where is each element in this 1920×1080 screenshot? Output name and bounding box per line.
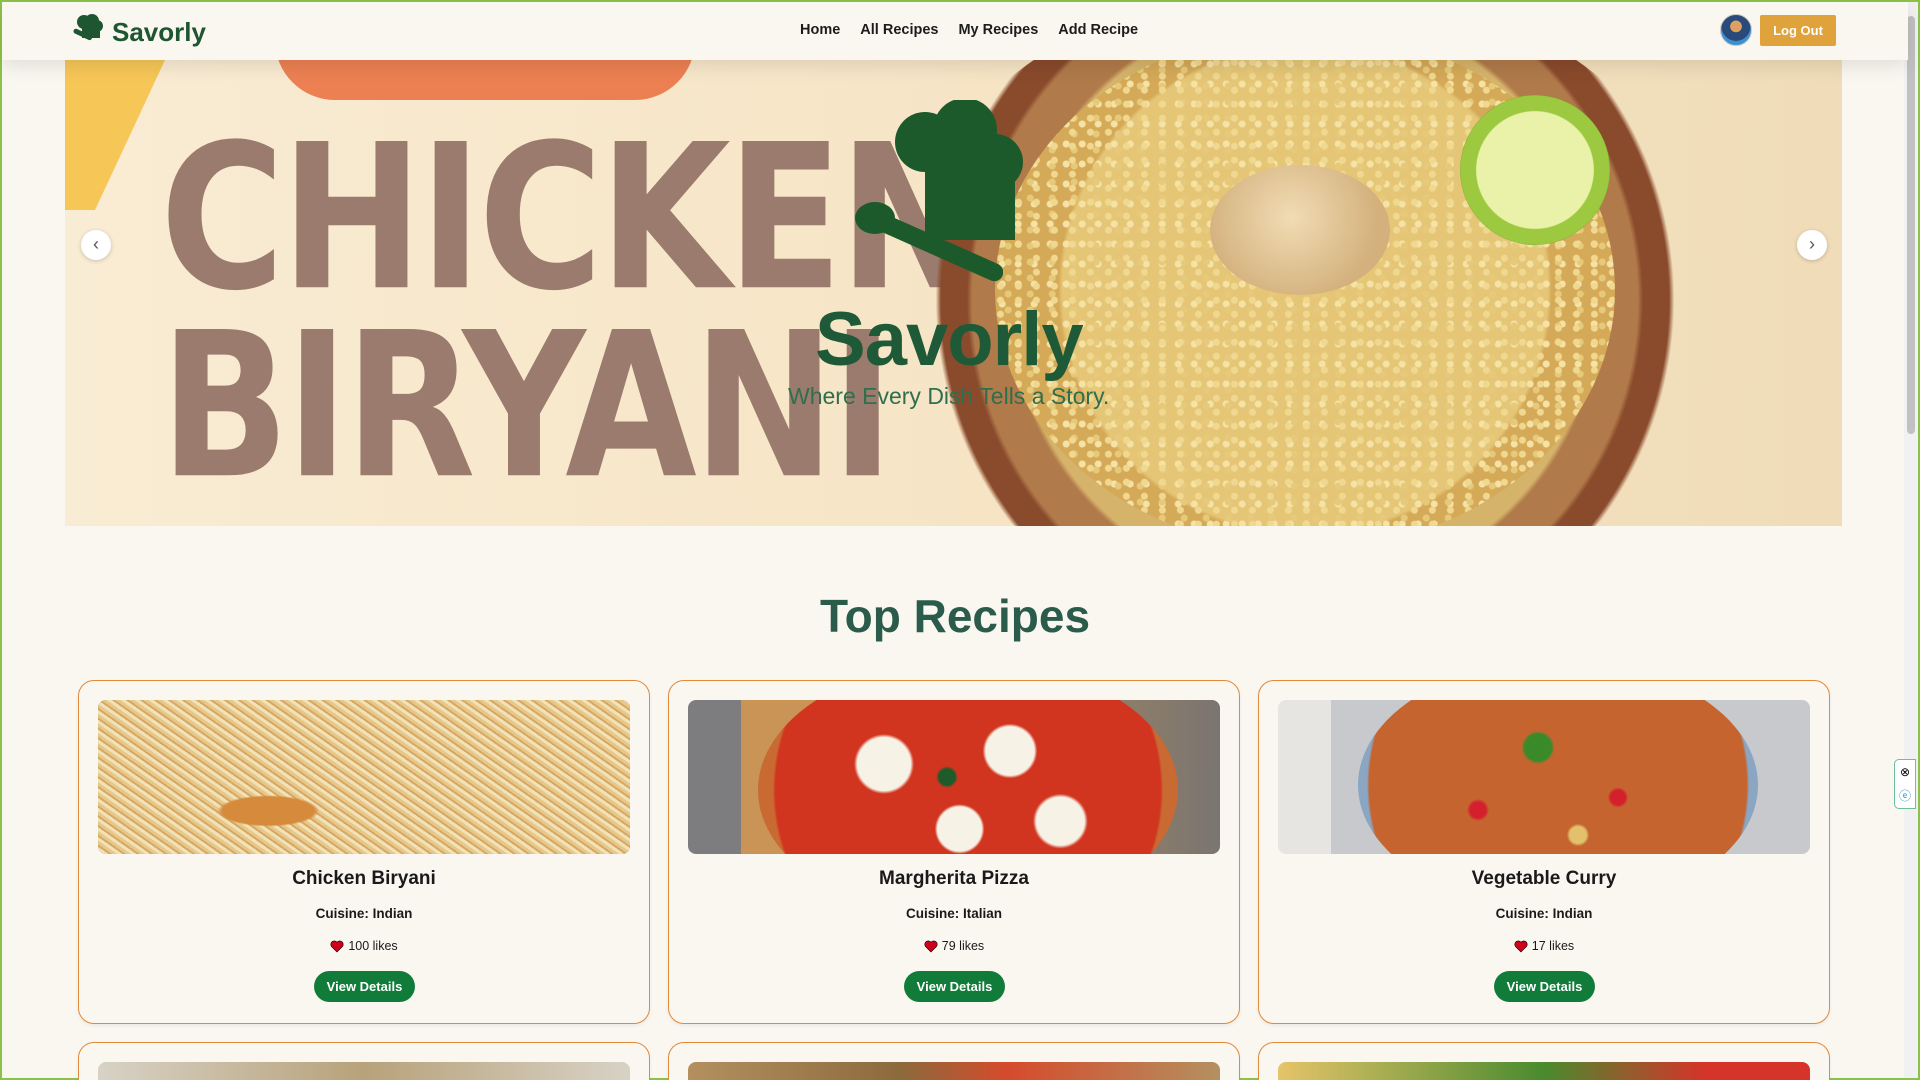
side-extension-widget[interactable]: ⊗ ⓔ [1894, 759, 1916, 809]
recipe-image [1278, 1062, 1810, 1080]
recipe-image [98, 1062, 630, 1080]
recipe-cuisine: Cuisine: Indian [315, 906, 413, 921]
recipe-title: Margherita Pizza [879, 868, 1029, 889]
scrollbar-thumb[interactable] [1907, 16, 1915, 434]
heart-icon [330, 940, 344, 952]
carousel-next-button[interactable]: › [1797, 230, 1827, 260]
likes-count: 17 likes [1531, 939, 1575, 953]
recipe-likes: 100 likes [79, 939, 649, 953]
carousel-prev-button[interactable]: ‹ [81, 230, 111, 260]
hero-banner: CHICKEN BIRYANI Savorly Where Every Dish… [65, 60, 1842, 526]
recipe-image [98, 700, 630, 854]
recipe-image [688, 1062, 1220, 1080]
recipe-title: Chicken Biryani [292, 868, 436, 889]
hero-decor-orange [275, 60, 695, 100]
main-nav: Home All Recipes My Recipes Add Recipe [800, 22, 1138, 38]
section-title: Top Recipes [819, 590, 1091, 642]
close-icon[interactable]: ⊗ [1900, 766, 1910, 778]
brand-name: Savorly [112, 17, 206, 47]
view-details-button[interactable]: View Details [904, 971, 1005, 1002]
nav-link-all-recipes[interactable]: All Recipes [860, 22, 938, 38]
likes-count: 100 likes [348, 939, 398, 953]
hero-brand-name: Savorly [815, 297, 1084, 382]
recipe-card: Chicken Biryani Cuisine: Indian 100 like… [78, 680, 650, 1024]
nav-link-add-recipe[interactable]: Add Recipe [1058, 22, 1138, 38]
extension-icon[interactable]: ⓔ [1899, 790, 1911, 802]
hero-decor-yellow [65, 60, 165, 210]
recipe-title: Vegetable Curry [1471, 868, 1617, 889]
nav-link-my-recipes[interactable]: My Recipes [958, 22, 1038, 38]
navbar: Savorly Home All Recipes My Recipes Add … [2, 2, 1908, 60]
recipe-card: Vegetable Curry Cuisine: Indian 17 likes… [1258, 680, 1830, 1024]
chevron-right-icon: › [1809, 234, 1815, 254]
user-avatar[interactable] [1720, 14, 1752, 46]
hero-lime-slice [1460, 95, 1610, 245]
chef-hat-spoon-icon [70, 12, 106, 53]
hero-chef-hat-icon [855, 98, 1045, 295]
hero-chicken-piece [1210, 165, 1390, 295]
heart-icon [924, 940, 938, 952]
recipe-card [1258, 1042, 1830, 1080]
heart-icon [1514, 940, 1528, 952]
recipe-image [688, 700, 1220, 854]
nav-link-home[interactable]: Home [800, 22, 840, 38]
likes-count: 79 likes [941, 939, 985, 953]
recipe-likes: 79 likes [669, 939, 1239, 953]
logout-button[interactable]: Log Out [1760, 15, 1836, 46]
hero-tagline: Where Every Dish Tells a Story. [788, 383, 1110, 409]
recipe-card [668, 1042, 1240, 1080]
hero-bg-title-line2: BIRYANI [160, 290, 894, 524]
recipe-image [1278, 700, 1810, 854]
brand-logo-link[interactable]: Savorly [70, 12, 206, 53]
view-details-button[interactable]: View Details [1494, 971, 1595, 1002]
recipe-cuisine: Cuisine: Italian [905, 906, 1003, 921]
chevron-left-icon: ‹ [93, 234, 99, 254]
view-details-button[interactable]: View Details [314, 971, 415, 1002]
recipe-likes: 17 likes [1259, 939, 1829, 953]
recipe-cuisine: Cuisine: Indian [1495, 906, 1593, 921]
recipe-card [78, 1042, 650, 1080]
recipe-card: Margherita Pizza Cuisine: Italian 79 lik… [668, 680, 1240, 1024]
